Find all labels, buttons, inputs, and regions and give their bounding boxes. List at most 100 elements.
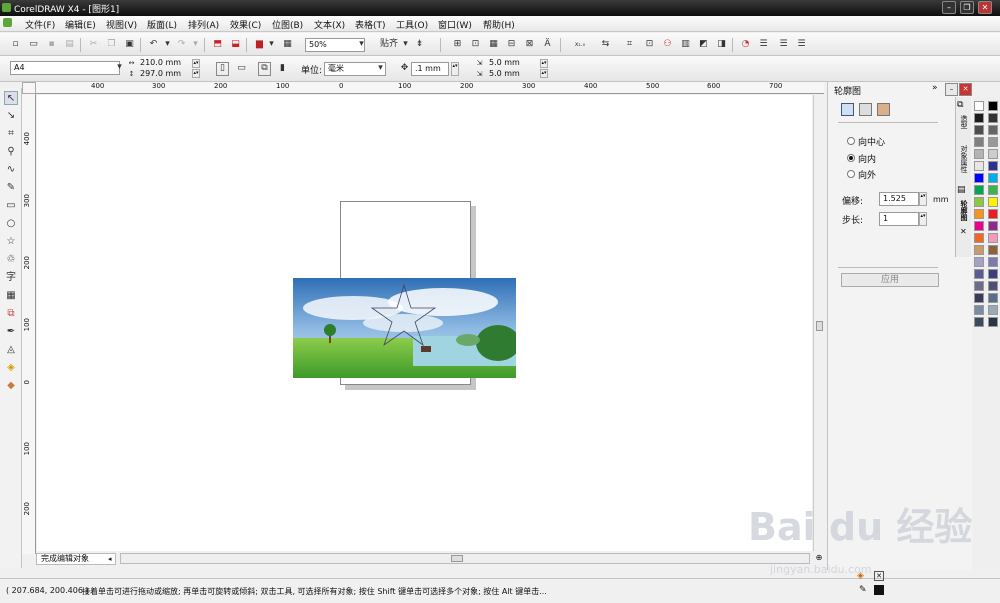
side-tab-object-properties[interactable]: 对象属性 xyxy=(959,145,969,173)
copy-icon[interactable]: ❐ xyxy=(106,39,117,50)
table-tool-icon[interactable]: ▦ xyxy=(4,289,18,303)
dynamic-guides-icon[interactable]: ⊟ xyxy=(506,39,517,50)
color-swatch[interactable] xyxy=(974,197,984,207)
docker-minimize-button[interactable]: – xyxy=(945,83,958,96)
color-swatch[interactable] xyxy=(988,305,998,315)
offset-stepper[interactable]: ▴▾ xyxy=(919,192,927,206)
color-swatch[interactable] xyxy=(988,185,998,195)
horizontal-scrollbar[interactable] xyxy=(120,553,810,564)
version-icon[interactable]: x₁.₀ xyxy=(572,39,588,50)
outline-tool-icon[interactable]: ◬ xyxy=(4,343,18,357)
color-swatch[interactable] xyxy=(974,149,984,159)
pick-tool-icon[interactable]: ↖ xyxy=(4,91,18,105)
page-size-dropdown-icon[interactable]: ▾ xyxy=(114,62,125,73)
side-tab-icon-2[interactable]: ▤ xyxy=(957,185,966,195)
color-swatch[interactable] xyxy=(988,281,998,291)
color-swatch[interactable] xyxy=(988,257,998,267)
color-swatch[interactable] xyxy=(988,209,998,219)
smart-fill-tool-icon[interactable]: ✎ xyxy=(4,181,18,195)
side-tab-icon[interactable]: ⧉ xyxy=(957,100,963,110)
macro-icon[interactable]: ◔ xyxy=(740,39,751,50)
no-fill-swatch[interactable]: ✕ xyxy=(874,571,884,581)
color-swatch[interactable] xyxy=(974,137,984,147)
rulers-icon[interactable]: ▦ xyxy=(488,39,499,50)
color-swatch[interactable] xyxy=(974,113,984,123)
eyedropper-tool-icon[interactable]: ✒ xyxy=(4,325,18,339)
undo-dropdown-icon[interactable]: ▾ xyxy=(162,39,173,50)
text-tool-icon[interactable]: 字 xyxy=(4,271,18,285)
landscape-button[interactable]: ▭ xyxy=(236,63,247,74)
color-swatch[interactable] xyxy=(974,125,984,135)
object-manager-icon[interactable]: ⚇ xyxy=(662,39,673,50)
color-swatch[interactable] xyxy=(988,221,998,231)
restore-button[interactable]: ❐ xyxy=(960,1,974,14)
color-swatch[interactable] xyxy=(974,161,984,171)
option-to-center-radio[interactable] xyxy=(847,137,855,145)
grid-icon[interactable]: ⊞ xyxy=(452,39,463,50)
color-swatch[interactable] xyxy=(988,149,998,159)
page-width-value[interactable]: 210.0 mm xyxy=(140,58,181,67)
contour-tab-acceleration-icon[interactable] xyxy=(877,103,890,116)
open-icon[interactable]: ▭ xyxy=(28,39,39,50)
color-swatch[interactable] xyxy=(974,221,984,231)
minimize-button[interactable]: – xyxy=(942,1,956,14)
side-tab-contour[interactable]: 轮廓图 xyxy=(959,200,969,221)
menu-window[interactable]: 窗口(W) xyxy=(438,18,472,31)
crop-tool-icon[interactable]: ⌗ xyxy=(4,127,18,141)
color-swatch[interactable] xyxy=(974,209,984,219)
application-launcher-icon[interactable]: ▆ xyxy=(254,39,265,50)
launcher-dropdown-icon[interactable]: ▾ xyxy=(266,39,277,50)
ruler-origin[interactable] xyxy=(22,82,36,94)
scroll-left-icon[interactable]: ◂ xyxy=(108,555,112,563)
current-page-button[interactable]: ▮ xyxy=(277,63,288,74)
horizontal-ruler[interactable]: 400 300 200 100 0 100 200 300 400 500 60… xyxy=(36,82,824,94)
menu-text[interactable]: 文本(X) xyxy=(314,18,345,31)
color-swatch[interactable] xyxy=(988,101,998,111)
vertical-ruler[interactable]: 400 300 200 100 0 100 200 xyxy=(22,94,36,554)
shape-tool-icon[interactable]: ↘ xyxy=(4,109,18,123)
polygon-tool-icon[interactable]: ☆ xyxy=(4,235,18,249)
menu-arrange[interactable]: 排列(A) xyxy=(188,18,219,31)
outline-color-swatch[interactable] xyxy=(874,585,884,595)
fill-tool-icon[interactable]: ◈ xyxy=(4,361,18,375)
zoom-dropdown-icon[interactable]: ▾ xyxy=(356,39,367,50)
guidelines-icon[interactable]: ⊡ xyxy=(470,39,481,50)
cut-icon[interactable]: ✂ xyxy=(88,39,99,50)
redo-dropdown-icon[interactable]: ▾ xyxy=(190,39,201,50)
color-swatch[interactable] xyxy=(974,305,984,315)
redo-icon[interactable]: ↷ xyxy=(176,39,187,50)
height-stepper[interactable]: ▴▾ xyxy=(192,69,200,78)
color-swatch[interactable] xyxy=(988,197,998,207)
duplicate-x-value[interactable]: 5.0 mm xyxy=(489,58,520,67)
bitmap-icon[interactable]: ◩ xyxy=(698,39,709,50)
color-swatch[interactable] xyxy=(974,257,984,267)
unit-dropdown-icon[interactable]: ▾ xyxy=(375,63,386,74)
color-swatch[interactable] xyxy=(988,173,998,183)
import-icon[interactable]: ⬒ xyxy=(212,39,223,50)
options-icon[interactable]: ⇟ xyxy=(414,39,425,50)
interactive-blend-tool-icon[interactable]: ⧉ xyxy=(4,307,18,321)
transform-icon[interactable]: ⇆ xyxy=(600,39,611,50)
ellipse-tool-icon[interactable]: ○ xyxy=(4,217,18,231)
landscape-photo[interactable] xyxy=(293,278,516,378)
horizontal-scroll-thumb[interactable] xyxy=(451,555,463,562)
menu-table[interactable]: 表格(T) xyxy=(355,18,386,31)
width-stepper[interactable]: ▴▾ xyxy=(192,59,200,68)
interactive-fill-tool-icon[interactable]: ◆ xyxy=(4,379,18,393)
menu-tools[interactable]: 工具(O) xyxy=(396,18,428,31)
snap-to-label[interactable]: 贴齐 xyxy=(378,39,400,50)
color-swatch[interactable] xyxy=(974,245,984,255)
close-button[interactable]: ✕ xyxy=(978,1,992,14)
color-swatch[interactable] xyxy=(988,293,998,303)
export-icon[interactable]: ⬓ xyxy=(230,39,241,50)
menu-file[interactable]: 文件(F) xyxy=(25,18,55,31)
symbol-manager-icon[interactable]: ◨ xyxy=(716,39,727,50)
color-swatch[interactable] xyxy=(988,125,998,135)
color-swatch[interactable] xyxy=(974,101,984,111)
color-manager-icon[interactable]: ▥ xyxy=(680,39,691,50)
freehand-tool-icon[interactable]: ∿ xyxy=(4,163,18,177)
dup-y-stepper[interactable]: ▴▾ xyxy=(540,69,548,78)
color-swatch[interactable] xyxy=(988,269,998,279)
docker-expand-icon[interactable]: » xyxy=(932,83,938,93)
docker-close-button[interactable]: ✕ xyxy=(959,83,972,96)
